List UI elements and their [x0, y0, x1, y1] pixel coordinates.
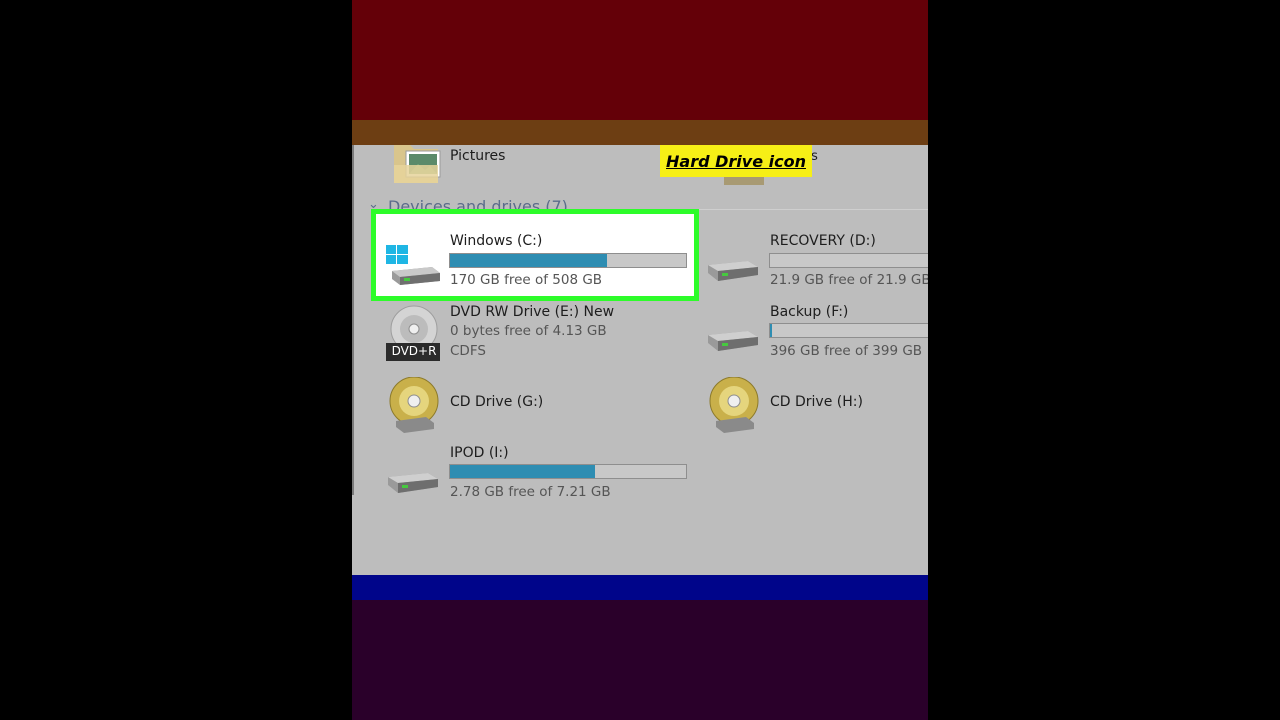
drive-free-space-e: 0 bytes free of 4.13 GB	[450, 323, 607, 339]
blue-stripe	[352, 575, 928, 600]
callout-text: Hard Drive icon	[666, 151, 806, 171]
folder-label-pictures[interactable]: Pictures	[450, 147, 505, 165]
hard-drive-callout: Hard Drive icon	[660, 145, 812, 177]
drive-free-space-i: 2.78 GB free of 7.21 GB	[450, 484, 611, 500]
drive-usage-bar-c	[449, 253, 687, 268]
drive-label-recovery-d[interactable]: RECOVERY (D:)	[770, 232, 876, 250]
hard-drive-icon-i[interactable]	[384, 467, 440, 505]
drive-label-cd-h[interactable]: CD Drive (H:)	[770, 393, 863, 411]
drive-usage-fill-c	[450, 254, 607, 267]
windows-hard-drive-icon[interactable]	[386, 245, 442, 293]
window-left-edge	[352, 145, 354, 495]
drive-free-space-c: 170 GB free of 508 GB	[450, 272, 603, 288]
drive-usage-bar-f	[769, 323, 928, 338]
bottom-color-band	[352, 600, 928, 720]
pictures-folder-icon[interactable]	[392, 145, 444, 189]
drive-usage-bar-i	[449, 464, 687, 479]
file-explorer-view: Pictures cos ⌄ Devices and drives (7)	[352, 145, 928, 575]
cd-drive-icon-g[interactable]	[386, 376, 442, 439]
hard-drive-icon-f[interactable]	[704, 325, 760, 363]
drive-label-cd-g[interactable]: CD Drive (G:)	[450, 393, 543, 411]
video-frame: Pictures cos ⌄ Devices and drives (7)	[352, 0, 928, 720]
drive-free-space-f: 396 GB free of 399 GB	[770, 343, 923, 359]
top-color-band	[352, 0, 928, 120]
hard-drive-icon-d[interactable]	[704, 255, 760, 293]
dvd-badge: DVD+R	[391, 344, 437, 358]
drive-label-windows-c[interactable]: Windows (C:)	[450, 232, 542, 250]
cd-drive-icon-h[interactable]	[706, 376, 762, 439]
drive-label-backup-f[interactable]: Backup (F:)	[770, 303, 848, 321]
drive-label-dvd-e[interactable]: DVD RW Drive (E:) New	[450, 303, 614, 321]
drive-usage-fill-f	[770, 324, 772, 337]
brown-stripe	[352, 120, 928, 145]
drive-filesystem-e: CDFS	[450, 343, 486, 359]
drive-label-ipod-i[interactable]: IPOD (I:)	[450, 444, 509, 462]
drive-free-space-d: 21.9 GB free of 21.9 GB	[770, 272, 928, 288]
drive-usage-bar-d	[769, 253, 928, 268]
drive-usage-fill-i	[450, 465, 596, 478]
